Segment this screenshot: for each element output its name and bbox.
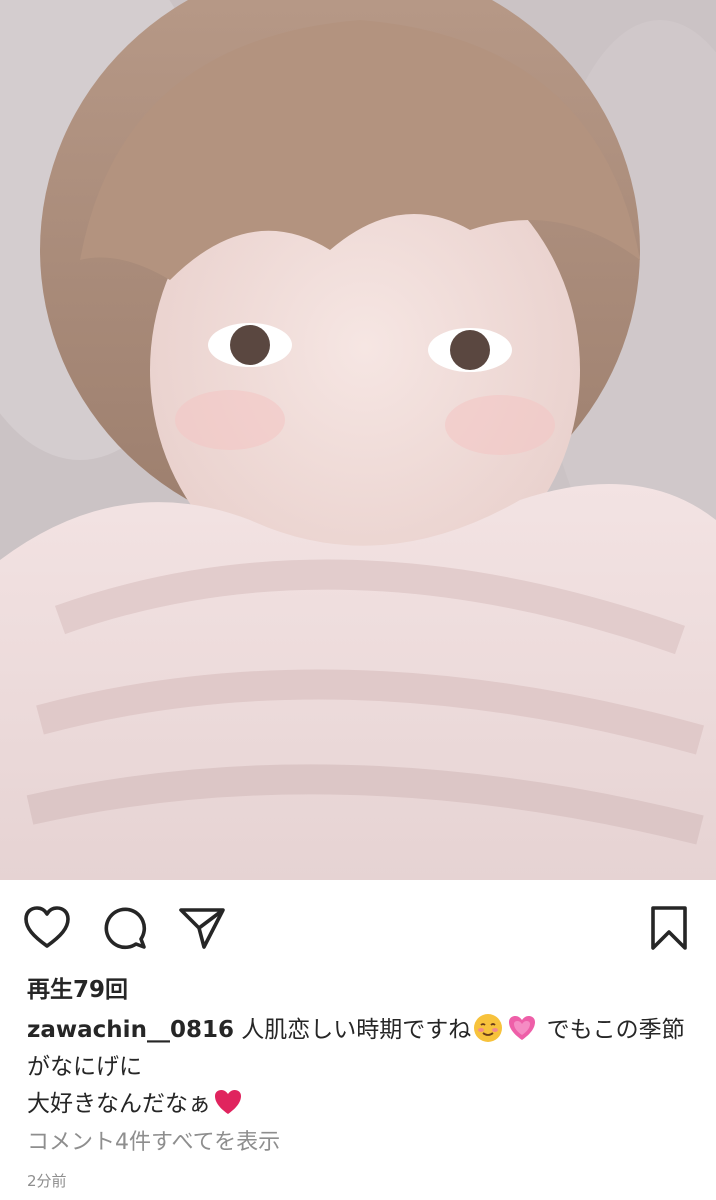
caption-text-3: 大好きなんだなぁ (27, 1091, 211, 1117)
view-all-comments-link[interactable]: コメント4件すべてを表示 (27, 1124, 280, 1156)
share-icon (179, 908, 225, 949)
post-action-bar (0, 880, 716, 976)
comment-icon (104, 907, 147, 950)
username-link[interactable]: zawachin__0816 (27, 1017, 234, 1043)
post-caption: zawachin__0816 人肌恋しい時期ですね でもこの季節がなにげに 大好… (27, 1012, 687, 1123)
share-button[interactable] (176, 902, 228, 954)
bookmark-icon (651, 906, 687, 950)
caption-text-1: 人肌恋しい時期ですね (241, 1017, 472, 1043)
heart-icon (24, 906, 70, 948)
growing-heart-emoji (509, 1016, 536, 1040)
post-photo[interactable] (0, 0, 716, 880)
view-count: 再生79回 (27, 977, 129, 1003)
photo-illustration (0, 0, 716, 880)
bookmark-button[interactable] (643, 902, 695, 954)
comment-button[interactable] (99, 902, 151, 954)
like-button[interactable] (21, 902, 73, 954)
red-heart-emoji (215, 1090, 241, 1114)
post-timestamp: 2分前 (27, 1172, 67, 1190)
smiling-face-emoji (474, 1014, 503, 1042)
